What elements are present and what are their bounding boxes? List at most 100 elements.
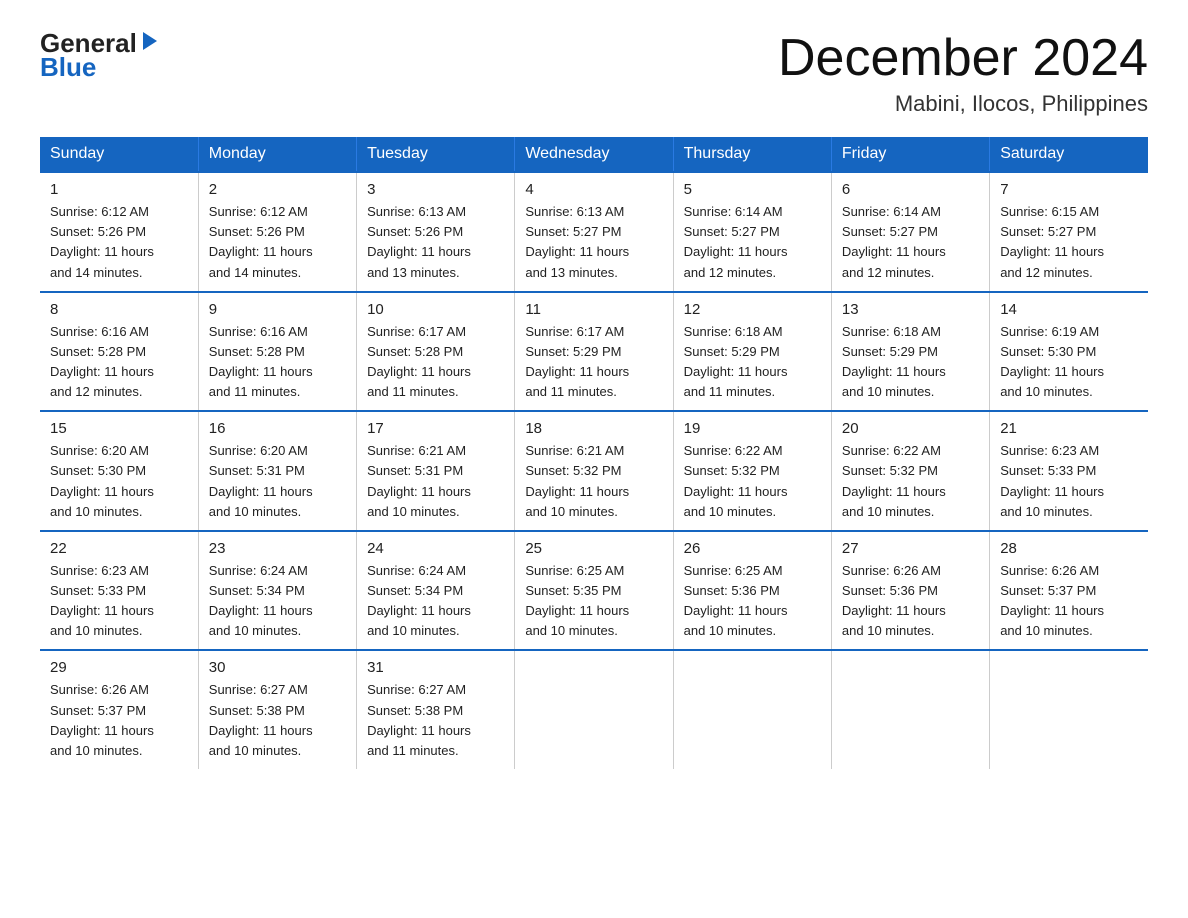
day-number: 12 bbox=[684, 301, 821, 318]
header-thursday: Thursday bbox=[673, 137, 831, 172]
calendar-cell: 17 Sunrise: 6:21 AMSunset: 5:31 PMDayligh… bbox=[357, 411, 515, 531]
day-number: 10 bbox=[367, 301, 504, 318]
day-number: 9 bbox=[209, 301, 346, 318]
day-info: Sunrise: 6:17 AMSunset: 5:28 PMDaylight:… bbox=[367, 322, 504, 403]
day-info: Sunrise: 6:25 AMSunset: 5:36 PMDaylight:… bbox=[684, 561, 821, 642]
day-info: Sunrise: 6:26 AMSunset: 5:36 PMDaylight:… bbox=[842, 561, 979, 642]
day-info: Sunrise: 6:14 AMSunset: 5:27 PMDaylight:… bbox=[684, 202, 821, 283]
page-header: General Blue December 2024 Mabini, Iloco… bbox=[40, 30, 1148, 117]
day-number: 11 bbox=[525, 301, 662, 318]
day-info: Sunrise: 6:12 AMSunset: 5:26 PMDaylight:… bbox=[209, 202, 346, 283]
day-number: 20 bbox=[842, 420, 979, 437]
calendar-cell: 31 Sunrise: 6:27 AMSunset: 5:38 PMDayligh… bbox=[357, 650, 515, 769]
day-number: 3 bbox=[367, 181, 504, 198]
calendar-week-row: 22Sunrise: 6:23 AMSunset: 5:33 PMDayligh… bbox=[40, 531, 1148, 651]
day-info: Sunrise: 6:16 AMSunset: 5:28 PMDaylight:… bbox=[50, 322, 188, 403]
calendar-cell: 23Sunrise: 6:24 AMSunset: 5:34 PMDayligh… bbox=[198, 531, 356, 651]
day-number: 8 bbox=[50, 301, 188, 318]
day-info: Sunrise: 6:17 AMSunset: 5:29 PMDaylight:… bbox=[525, 322, 662, 403]
calendar-cell: 2 Sunrise: 6:12 AMSunset: 5:26 PMDaylight… bbox=[198, 172, 356, 292]
day-number: 27 bbox=[842, 540, 979, 557]
day-number: 15 bbox=[50, 420, 188, 437]
calendar-cell: 29Sunrise: 6:26 AMSunset: 5:37 PMDayligh… bbox=[40, 650, 198, 769]
calendar-cell: 5 Sunrise: 6:14 AMSunset: 5:27 PMDaylight… bbox=[673, 172, 831, 292]
calendar-week-row: 15Sunrise: 6:20 AMSunset: 5:30 PMDayligh… bbox=[40, 411, 1148, 531]
day-info: Sunrise: 6:13 AMSunset: 5:27 PMDaylight:… bbox=[525, 202, 662, 283]
calendar-cell: 22Sunrise: 6:23 AMSunset: 5:33 PMDayligh… bbox=[40, 531, 198, 651]
day-number: 13 bbox=[842, 301, 979, 318]
day-info: Sunrise: 6:24 AMSunset: 5:34 PMDaylight:… bbox=[209, 561, 346, 642]
day-number: 19 bbox=[684, 420, 821, 437]
calendar-cell: 27 Sunrise: 6:26 AMSunset: 5:36 PMDayligh… bbox=[831, 531, 989, 651]
calendar-cell: 20 Sunrise: 6:22 AMSunset: 5:32 PMDayligh… bbox=[831, 411, 989, 531]
day-info: Sunrise: 6:22 AMSunset: 5:32 PMDaylight:… bbox=[842, 441, 979, 522]
day-info: Sunrise: 6:26 AMSunset: 5:37 PMDaylight:… bbox=[1000, 561, 1138, 642]
day-number: 24 bbox=[367, 540, 504, 557]
calendar-cell: 19 Sunrise: 6:22 AMSunset: 5:32 PMDayligh… bbox=[673, 411, 831, 531]
day-number: 6 bbox=[842, 181, 979, 198]
day-info: Sunrise: 6:21 AMSunset: 5:31 PMDaylight:… bbox=[367, 441, 504, 522]
calendar-cell bbox=[673, 650, 831, 769]
calendar-cell: 26 Sunrise: 6:25 AMSunset: 5:36 PMDayligh… bbox=[673, 531, 831, 651]
calendar-cell bbox=[990, 650, 1148, 769]
header-friday: Friday bbox=[831, 137, 989, 172]
day-info: Sunrise: 6:22 AMSunset: 5:32 PMDaylight:… bbox=[684, 441, 821, 522]
day-info: Sunrise: 6:25 AMSunset: 5:35 PMDaylight:… bbox=[525, 561, 662, 642]
header-sunday: Sunday bbox=[40, 137, 198, 172]
header-wednesday: Wednesday bbox=[515, 137, 673, 172]
calendar-cell: 9 Sunrise: 6:16 AMSunset: 5:28 PMDaylight… bbox=[198, 292, 356, 412]
calendar-table: SundayMondayTuesdayWednesdayThursdayFrid… bbox=[40, 137, 1148, 769]
day-info: Sunrise: 6:18 AMSunset: 5:29 PMDaylight:… bbox=[842, 322, 979, 403]
day-info: Sunrise: 6:15 AMSunset: 5:27 PMDaylight:… bbox=[1000, 202, 1138, 283]
day-number: 26 bbox=[684, 540, 821, 557]
calendar-cell: 30 Sunrise: 6:27 AMSunset: 5:38 PMDayligh… bbox=[198, 650, 356, 769]
day-info: Sunrise: 6:14 AMSunset: 5:27 PMDaylight:… bbox=[842, 202, 979, 283]
day-info: Sunrise: 6:27 AMSunset: 5:38 PMDaylight:… bbox=[367, 680, 504, 761]
day-number: 31 bbox=[367, 659, 504, 676]
calendar-cell: 18 Sunrise: 6:21 AMSunset: 5:32 PMDayligh… bbox=[515, 411, 673, 531]
calendar-cell: 1Sunrise: 6:12 AMSunset: 5:26 PMDaylight… bbox=[40, 172, 198, 292]
calendar-cell: 3Sunrise: 6:13 AMSunset: 5:26 PMDaylight… bbox=[357, 172, 515, 292]
day-info: Sunrise: 6:21 AMSunset: 5:32 PMDaylight:… bbox=[525, 441, 662, 522]
day-info: Sunrise: 6:23 AMSunset: 5:33 PMDaylight:… bbox=[1000, 441, 1138, 522]
day-info: Sunrise: 6:16 AMSunset: 5:28 PMDaylight:… bbox=[209, 322, 346, 403]
calendar-week-row: 8 Sunrise: 6:16 AMSunset: 5:28 PMDaylight… bbox=[40, 292, 1148, 412]
calendar-cell: 24 Sunrise: 6:24 AMSunset: 5:34 PMDayligh… bbox=[357, 531, 515, 651]
logo-arrow-icon bbox=[139, 30, 161, 52]
day-number: 2 bbox=[209, 181, 346, 198]
calendar-cell: 15Sunrise: 6:20 AMSunset: 5:30 PMDayligh… bbox=[40, 411, 198, 531]
header-saturday: Saturday bbox=[990, 137, 1148, 172]
logo: General Blue bbox=[40, 30, 161, 83]
header-monday: Monday bbox=[198, 137, 356, 172]
day-number: 5 bbox=[684, 181, 821, 198]
calendar-cell: 13 Sunrise: 6:18 AMSunset: 5:29 PMDayligh… bbox=[831, 292, 989, 412]
day-number: 14 bbox=[1000, 301, 1138, 318]
calendar-cell bbox=[831, 650, 989, 769]
day-number: 25 bbox=[525, 540, 662, 557]
day-number: 21 bbox=[1000, 420, 1138, 437]
day-info: Sunrise: 6:27 AMSunset: 5:38 PMDaylight:… bbox=[209, 680, 346, 761]
day-info: Sunrise: 6:24 AMSunset: 5:34 PMDaylight:… bbox=[367, 561, 504, 642]
day-number: 22 bbox=[50, 540, 188, 557]
day-number: 29 bbox=[50, 659, 188, 676]
day-info: Sunrise: 6:18 AMSunset: 5:29 PMDaylight:… bbox=[684, 322, 821, 403]
calendar-week-row: 29Sunrise: 6:26 AMSunset: 5:37 PMDayligh… bbox=[40, 650, 1148, 769]
day-info: Sunrise: 6:20 AMSunset: 5:31 PMDaylight:… bbox=[209, 441, 346, 522]
calendar-cell: 14 Sunrise: 6:19 AMSunset: 5:30 PMDayligh… bbox=[990, 292, 1148, 412]
day-info: Sunrise: 6:19 AMSunset: 5:30 PMDaylight:… bbox=[1000, 322, 1138, 403]
day-number: 18 bbox=[525, 420, 662, 437]
day-number: 30 bbox=[209, 659, 346, 676]
day-number: 17 bbox=[367, 420, 504, 437]
day-number: 7 bbox=[1000, 181, 1138, 198]
location-title: Mabini, Ilocos, Philippines bbox=[778, 91, 1148, 117]
calendar-cell: 7 Sunrise: 6:15 AMSunset: 5:27 PMDaylight… bbox=[990, 172, 1148, 292]
calendar-cell: 6 Sunrise: 6:14 AMSunset: 5:27 PMDaylight… bbox=[831, 172, 989, 292]
header-tuesday: Tuesday bbox=[357, 137, 515, 172]
calendar-cell bbox=[515, 650, 673, 769]
calendar-cell: 28Sunrise: 6:26 AMSunset: 5:37 PMDayligh… bbox=[990, 531, 1148, 651]
day-number: 16 bbox=[209, 420, 346, 437]
month-title: December 2024 bbox=[778, 30, 1148, 87]
calendar-week-row: 1Sunrise: 6:12 AMSunset: 5:26 PMDaylight… bbox=[40, 172, 1148, 292]
calendar-cell: 8 Sunrise: 6:16 AMSunset: 5:28 PMDaylight… bbox=[40, 292, 198, 412]
title-block: December 2024 Mabini, Ilocos, Philippine… bbox=[778, 30, 1148, 117]
